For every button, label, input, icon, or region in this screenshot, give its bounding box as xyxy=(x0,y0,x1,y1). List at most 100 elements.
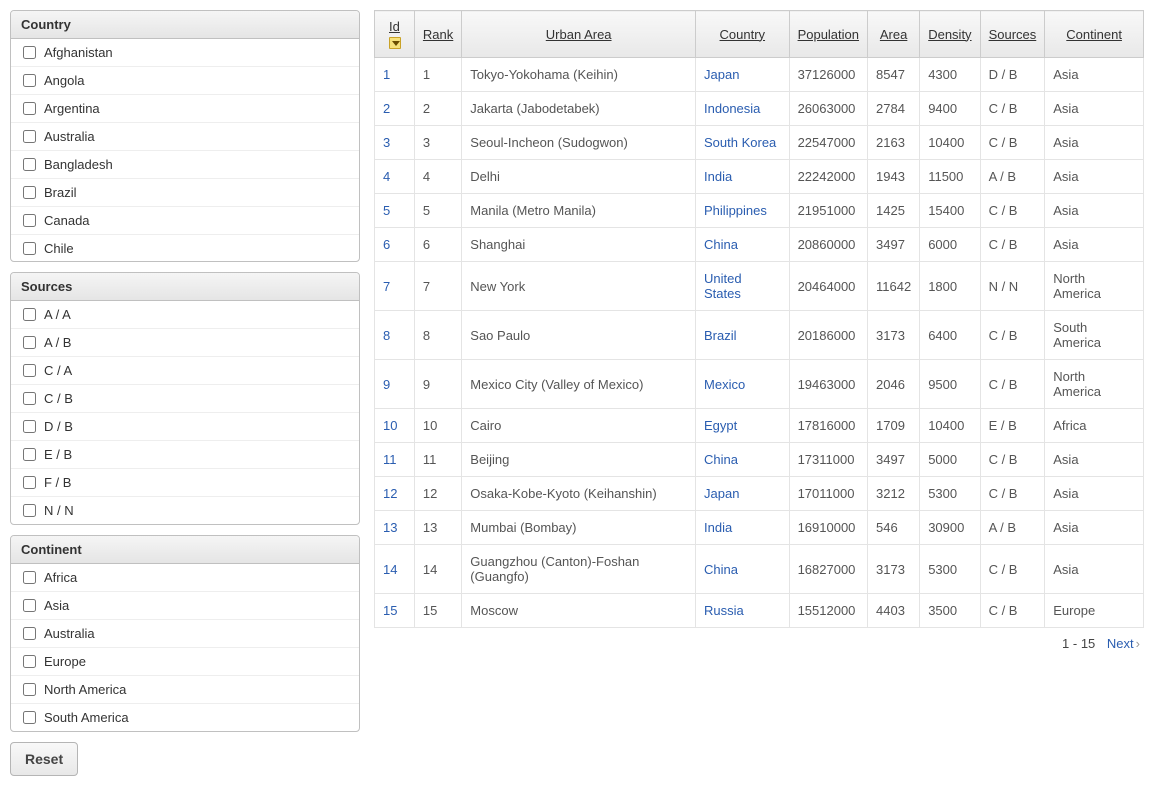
sources-filter-item[interactable]: A / A xyxy=(11,301,359,329)
cell-id[interactable]: 4 xyxy=(375,160,415,194)
sources-filter-label: C / A xyxy=(44,363,72,378)
cell-country[interactable]: Mexico xyxy=(696,360,790,409)
continent-filter-item[interactable]: Africa xyxy=(11,564,359,592)
cell-country[interactable]: South Korea xyxy=(696,126,790,160)
country-filter-item[interactable]: Brazil xyxy=(11,179,359,207)
continent-filter-item[interactable]: North America xyxy=(11,676,359,704)
country-filter-item[interactable]: Australia xyxy=(11,123,359,151)
sources-filter-item[interactable]: D / B xyxy=(11,413,359,441)
sort-desc-icon[interactable] xyxy=(389,37,401,49)
country-filter-checkbox[interactable] xyxy=(23,186,36,199)
country-filter-item[interactable]: Canada xyxy=(11,207,359,235)
sources-filter-checkbox[interactable] xyxy=(23,336,36,349)
col-urban-area-header[interactable]: Urban Area xyxy=(462,11,696,58)
continent-filter-item[interactable]: Europe xyxy=(11,648,359,676)
cell-country[interactable]: India xyxy=(696,511,790,545)
country-filter-checkbox[interactable] xyxy=(23,242,36,255)
country-filter-item[interactable]: Angola xyxy=(11,67,359,95)
pager-next[interactable]: Next xyxy=(1107,636,1134,651)
continent-filter-label: North America xyxy=(44,682,126,697)
sources-filter-checkbox[interactable] xyxy=(23,420,36,433)
col-density-header[interactable]: Density xyxy=(920,11,980,58)
col-id-label[interactable]: Id xyxy=(389,19,400,34)
reset-button[interactable]: Reset xyxy=(10,742,78,776)
sources-filter-item[interactable]: E / B xyxy=(11,441,359,469)
country-filter-item[interactable]: Afghanistan xyxy=(11,39,359,67)
continent-filter-checkbox[interactable] xyxy=(23,711,36,724)
cell-country[interactable]: China xyxy=(696,545,790,594)
cell-country[interactable]: Brazil xyxy=(696,311,790,360)
country-filter-item[interactable]: Argentina xyxy=(11,95,359,123)
cell-id[interactable]: 12 xyxy=(375,477,415,511)
cell-continent: Asia xyxy=(1045,477,1144,511)
cell-area: 1943 xyxy=(868,160,920,194)
sources-filter-item[interactable]: N / N xyxy=(11,497,359,524)
country-filter-checkbox[interactable] xyxy=(23,130,36,143)
cell-area: 1425 xyxy=(868,194,920,228)
cell-country[interactable]: United States xyxy=(696,262,790,311)
cell-id[interactable]: 15 xyxy=(375,594,415,628)
continent-filter-item[interactable]: South America xyxy=(11,704,359,731)
cell-id[interactable]: 9 xyxy=(375,360,415,409)
col-population-header[interactable]: Population xyxy=(789,11,867,58)
cell-country[interactable]: India xyxy=(696,160,790,194)
country-filter-item[interactable]: Chile xyxy=(11,235,359,261)
col-sources-header[interactable]: Sources xyxy=(980,11,1045,58)
cell-id[interactable]: 10 xyxy=(375,409,415,443)
continent-filter-checkbox[interactable] xyxy=(23,655,36,668)
sources-filter-checkbox[interactable] xyxy=(23,308,36,321)
continent-filter-checkbox[interactable] xyxy=(23,627,36,640)
cell-id[interactable]: 2 xyxy=(375,92,415,126)
col-country-header[interactable]: Country xyxy=(696,11,790,58)
cell-country[interactable]: Egypt xyxy=(696,409,790,443)
cell-rank: 2 xyxy=(414,92,461,126)
col-continent-header[interactable]: Continent xyxy=(1045,11,1144,58)
country-filter-checkbox[interactable] xyxy=(23,74,36,87)
cell-country[interactable]: Indonesia xyxy=(696,92,790,126)
cell-country[interactable]: Philippines xyxy=(696,194,790,228)
country-filter-list[interactable]: AfghanistanAngolaArgentinaAustraliaBangl… xyxy=(11,39,359,261)
cell-country[interactable]: Japan xyxy=(696,477,790,511)
continent-filter-checkbox[interactable] xyxy=(23,571,36,584)
sources-filter-checkbox[interactable] xyxy=(23,392,36,405)
cell-id[interactable]: 8 xyxy=(375,311,415,360)
cell-id[interactable]: 6 xyxy=(375,228,415,262)
col-area-header[interactable]: Area xyxy=(868,11,920,58)
sources-filter-checkbox[interactable] xyxy=(23,504,36,517)
col-rank-header[interactable]: Rank xyxy=(414,11,461,58)
cell-density: 9500 xyxy=(920,360,980,409)
sources-filter-label: A / A xyxy=(44,307,71,322)
cell-id[interactable]: 5 xyxy=(375,194,415,228)
cell-id[interactable]: 14 xyxy=(375,545,415,594)
sources-filter-checkbox[interactable] xyxy=(23,476,36,489)
cell-id[interactable]: 1 xyxy=(375,58,415,92)
sources-filter-item[interactable]: C / A xyxy=(11,357,359,385)
country-filter-item[interactable]: Bangladesh xyxy=(11,151,359,179)
sources-filter-item[interactable]: C / B xyxy=(11,385,359,413)
continent-filter-label: Australia xyxy=(44,626,95,641)
cell-urban-area: Shanghai xyxy=(462,228,696,262)
country-filter-checkbox[interactable] xyxy=(23,214,36,227)
cell-id[interactable]: 11 xyxy=(375,443,415,477)
table-row: 1414Guangzhou (Canton)-Foshan (Guangfo)C… xyxy=(375,545,1144,594)
continent-filter-item[interactable]: Australia xyxy=(11,620,359,648)
col-id-header[interactable]: Id xyxy=(375,11,415,58)
cell-id[interactable]: 13 xyxy=(375,511,415,545)
sources-filter-checkbox[interactable] xyxy=(23,364,36,377)
cell-country[interactable]: Russia xyxy=(696,594,790,628)
cell-density: 3500 xyxy=(920,594,980,628)
continent-filter-checkbox[interactable] xyxy=(23,599,36,612)
cell-id[interactable]: 3 xyxy=(375,126,415,160)
cell-id[interactable]: 7 xyxy=(375,262,415,311)
continent-filter-checkbox[interactable] xyxy=(23,683,36,696)
cell-country[interactable]: China xyxy=(696,443,790,477)
cell-country[interactable]: China xyxy=(696,228,790,262)
sources-filter-item[interactable]: F / B xyxy=(11,469,359,497)
continent-filter-item[interactable]: Asia xyxy=(11,592,359,620)
sources-filter-item[interactable]: A / B xyxy=(11,329,359,357)
cell-country[interactable]: Japan xyxy=(696,58,790,92)
country-filter-checkbox[interactable] xyxy=(23,46,36,59)
country-filter-checkbox[interactable] xyxy=(23,158,36,171)
sources-filter-checkbox[interactable] xyxy=(23,448,36,461)
country-filter-checkbox[interactable] xyxy=(23,102,36,115)
